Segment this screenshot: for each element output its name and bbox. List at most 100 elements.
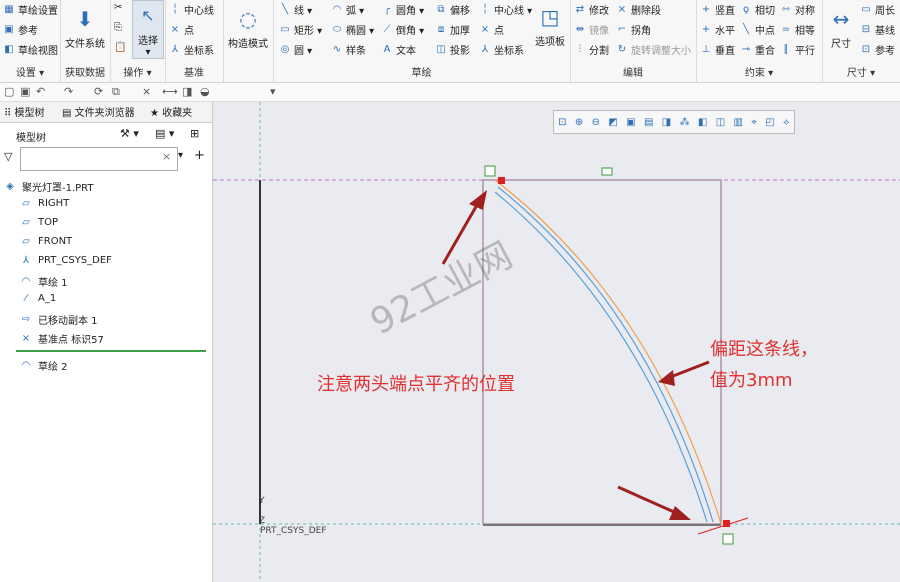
- modify-button[interactable]: ⇄ 修改: [574, 2, 609, 18]
- dimension-label[interactable]: 尺寸 ▾: [822, 64, 900, 79]
- filter-icon[interactable]: ▽: [4, 150, 12, 163]
- tree-item-right[interactable]: ▱ RIGHT: [20, 198, 69, 209]
- baseline-button[interactable]: ⊟ 基线: [860, 22, 895, 38]
- vertical-button[interactable]: + 竖直: [700, 2, 735, 18]
- shading-icon[interactable]: ◒: [200, 85, 210, 98]
- corner-button[interactable]: ⌐ 拐角: [616, 22, 651, 38]
- symmetric-icon: ⇿: [781, 3, 791, 15]
- mirror-button[interactable]: ⇹ 镜像: [574, 22, 609, 38]
- perimeter-button[interactable]: ▭ 周长: [860, 2, 895, 18]
- cut-icon[interactable]: ✂: [114, 2, 122, 13]
- chamfer-button[interactable]: ⟋ 倒角 ▾: [381, 22, 425, 38]
- undo-icon[interactable]: ↶: [36, 85, 45, 98]
- windows-icon[interactable]: ⧉: [112, 85, 120, 99]
- palette-button[interactable]: ◳ 选项板: [531, 2, 569, 48]
- note-endpoints: 注意两头端点平齐的位置: [317, 374, 515, 395]
- tree-item-top[interactable]: ▱ TOP: [20, 217, 58, 228]
- delete-segment-button[interactable]: ⨯ 删除段: [616, 2, 661, 18]
- text-button[interactable]: A 文本: [381, 42, 416, 58]
- close-window-icon[interactable]: ⨯: [142, 85, 151, 98]
- datum-centerline-button[interactable]: ╎ 中心线: [169, 2, 214, 18]
- sketch-csys-button[interactable]: ⅄ 坐标系: [479, 42, 524, 58]
- reference-button[interactable]: ▣ 参考: [3, 22, 38, 38]
- sketch-point-button[interactable]: × 点: [479, 22, 504, 38]
- tab-folder-browser[interactable]: ▤ 文件夹浏览器: [62, 104, 135, 119]
- perimeter-icon: ▭: [861, 3, 871, 15]
- perpendicular-button[interactable]: ⊥ 垂直: [700, 42, 735, 58]
- equal-button[interactable]: = 相等: [780, 22, 815, 38]
- csys-icon: ⅄: [481, 43, 489, 55]
- file-system-button[interactable]: ⬇ 文件系统: [63, 4, 107, 50]
- graphics-canvas[interactable]: ⊡ ⊕ ⊖ ◩ ▣ ▤ ◨ ⁂ ◧ ◫ ▥ ⌖ ◰ ⟡ 92工业网 注意两头端点…: [213, 102, 900, 582]
- redo-icon[interactable]: ↷: [64, 85, 73, 98]
- line-icon: ╲: [281, 3, 289, 15]
- tree-columns-icon[interactable]: ▤ ▾: [155, 127, 174, 140]
- tab-model-tree[interactable]: ⠿ 模型树: [4, 104, 45, 119]
- tree-item-datum-point[interactable]: × 基准点 标识57: [20, 331, 104, 346]
- add-filter-icon[interactable]: +: [194, 148, 205, 163]
- fillet-button[interactable]: ╭ 圆角 ▾: [381, 2, 424, 18]
- bottom-constraint-marker: [722, 533, 734, 545]
- tangent-button[interactable]: ϙ 相切: [740, 2, 775, 18]
- chamfer-icon: ⟋: [383, 23, 391, 35]
- thicken-button[interactable]: ⧈ 加厚: [435, 22, 470, 38]
- select-button[interactable]: ↖ 选择 ▾: [132, 0, 164, 59]
- setup-group-label[interactable]: 设置 ▾: [0, 64, 60, 79]
- display-icon[interactable]: ◨: [182, 85, 192, 98]
- tree-item-front[interactable]: ▱ FRONT: [20, 236, 72, 247]
- rectangle-icon: ▭: [280, 23, 290, 35]
- tree-item-part[interactable]: ◈ 聚光灯罩-1.PRT: [4, 179, 93, 194]
- datum-csys-button[interactable]: ⅄ 坐标系: [169, 42, 214, 58]
- rectangle-button[interactable]: ▭ 矩形 ▾: [279, 22, 322, 38]
- arc-button[interactable]: ◠ 弧 ▾: [331, 2, 365, 18]
- copy-icon[interactable]: ⎘: [114, 22, 122, 33]
- paste-icon[interactable]: 📋: [114, 42, 126, 53]
- divide-button[interactable]: ⫶ 分割: [574, 42, 609, 58]
- coincident-button[interactable]: ⊸ 重合: [740, 42, 775, 58]
- arc-icon: ◠: [332, 3, 342, 15]
- construct-mode-button[interactable]: ◌ 构造模式: [223, 4, 273, 50]
- dimension-button[interactable]: ↔ 尺寸: [824, 4, 858, 50]
- new-icon[interactable]: ▢: [4, 85, 14, 98]
- rotate-resize-button[interactable]: ↻ 旋转调整大小: [616, 42, 691, 58]
- tree-item-csys[interactable]: ⅄ PRT_CSYS_DEF: [20, 255, 112, 266]
- tab-favorites[interactable]: ★ 收藏夹: [150, 104, 192, 119]
- regenerate-icon[interactable]: ⟳: [94, 85, 103, 98]
- tree-item-moved-copy[interactable]: ⇨ 已移动副本 1: [20, 312, 98, 327]
- dimension-toggle-icon[interactable]: ⟷: [162, 85, 178, 98]
- operations-label[interactable]: 操作 ▾: [110, 64, 165, 79]
- tree-display-icon[interactable]: ⊞: [190, 127, 199, 140]
- sketch-group: ╲ 线 ▾ ▭ 矩形 ▾ ◎ 圆 ▾ ◠ 弧 ▾ ⬭ 椭圆 ▾ ∿ 样条 ╭ 圆角 ▾ ⟋ 倒角…: [273, 0, 571, 82]
- sketch-view-button[interactable]: ◧ 草绘视图: [3, 42, 58, 58]
- clear-filter-icon[interactable]: ×: [162, 150, 171, 163]
- midpoint-button[interactable]: ╲ 中点: [740, 22, 775, 38]
- sketch-label: 草绘: [411, 68, 432, 79]
- get-data-label: 获取数据: [65, 68, 105, 79]
- parallel-button[interactable]: ∥ 平行: [780, 42, 816, 58]
- spline-button[interactable]: ∿ 样条: [331, 42, 366, 58]
- sketch-centerline-button[interactable]: ╎ 中心线 ▾: [479, 2, 532, 18]
- datum-point-button[interactable]: × 点: [169, 22, 194, 38]
- offset-button[interactable]: ⧉ 偏移: [435, 2, 470, 18]
- tree-item-sketch2[interactable]: ◠ 草绘 2: [20, 358, 68, 373]
- sketch-setup-button[interactable]: ▦ 草绘设置: [3, 2, 58, 18]
- dim-reference-button[interactable]: ⊡ 参考: [860, 42, 895, 58]
- line-button[interactable]: ╲ 线 ▾: [279, 2, 312, 18]
- save-icon[interactable]: ▣: [20, 85, 30, 98]
- tree-item-sketch1[interactable]: ◠ 草绘 1: [20, 274, 68, 289]
- tree-header: 模型树: [16, 133, 46, 144]
- horizontal-constraint-marker: [601, 167, 613, 176]
- customize-qat-icon[interactable]: ▾: [270, 85, 276, 98]
- mirror-icon: ⇹: [575, 23, 585, 35]
- top-constraint-marker: [484, 165, 496, 177]
- symmetric-button[interactable]: ⇿ 对称: [780, 2, 815, 18]
- tree-settings-icon[interactable]: ⚒ ▾: [120, 127, 139, 140]
- filter-dropdown-icon[interactable]: ▾: [178, 150, 183, 161]
- project-button[interactable]: ◫ 投影: [435, 42, 470, 58]
- circle-button[interactable]: ◎ 圆 ▾: [279, 42, 313, 58]
- ellipse-button[interactable]: ⬭ 椭圆 ▾: [331, 22, 374, 38]
- horizontal-button[interactable]: + 水平: [700, 22, 735, 38]
- tree-filter-input[interactable]: [20, 147, 178, 171]
- tree-item-axis[interactable]: ⁄ A_1: [20, 293, 56, 304]
- constrain-label[interactable]: 约束 ▾: [696, 64, 822, 79]
